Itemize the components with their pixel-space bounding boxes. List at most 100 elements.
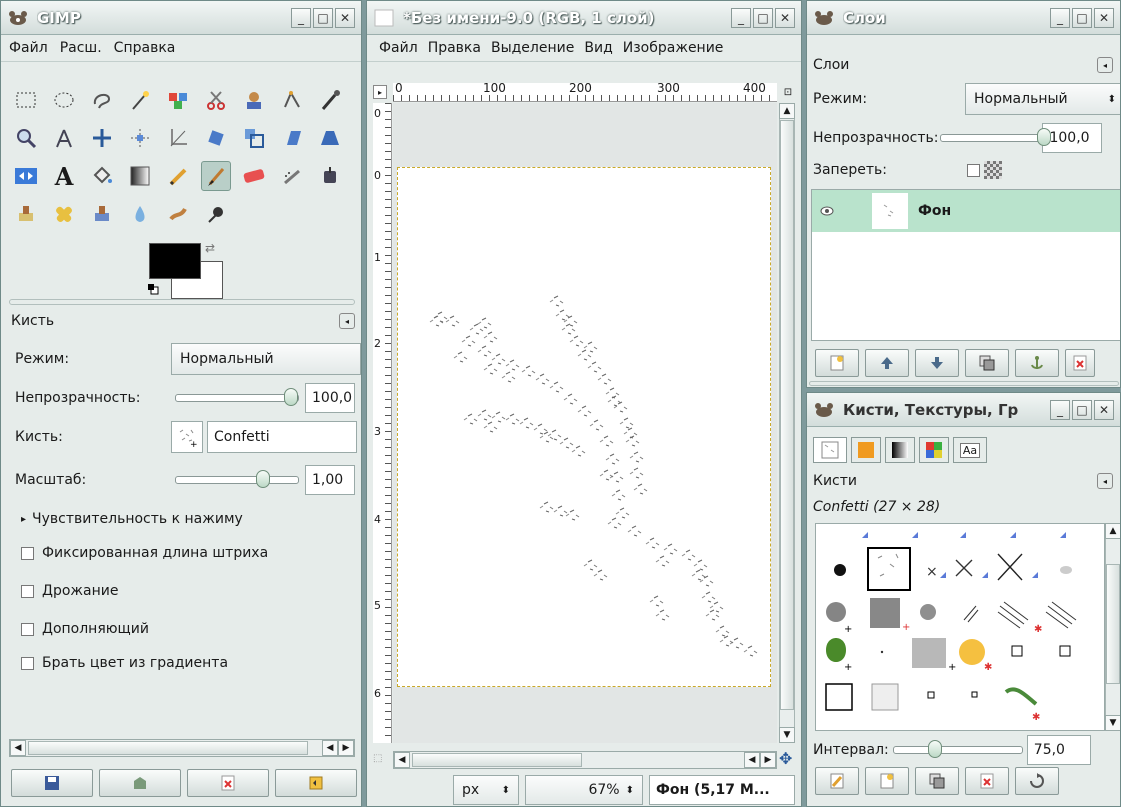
lock-pixels-check[interactable] bbox=[967, 163, 980, 177]
save-options-button[interactable] bbox=[11, 769, 93, 797]
layers-opacity-slider[interactable] bbox=[940, 128, 1052, 146]
hscroll-thumb[interactable] bbox=[412, 753, 582, 767]
toolbox-titlebar[interactable]: GIMP _ □ ✕ bbox=[1, 1, 361, 35]
incremental-checkbox[interactable]: Дополняющий bbox=[21, 621, 149, 637]
fuzzy-select-icon[interactable] bbox=[125, 85, 155, 115]
tab-fonts[interactable]: Aa bbox=[953, 437, 987, 463]
fixed-length-checkbox[interactable]: Фиксированная длина штриха bbox=[21, 545, 268, 561]
perspective-icon[interactable] bbox=[315, 123, 345, 153]
menu-help[interactable]: Справка bbox=[114, 40, 176, 56]
canvas-area[interactable] bbox=[393, 103, 777, 743]
refresh-brushes-button[interactable] bbox=[1015, 767, 1059, 795]
paintbrush-icon[interactable] bbox=[201, 161, 231, 191]
ruler-top[interactable]: 0 100 200 300 400 bbox=[393, 83, 777, 102]
align-icon[interactable] bbox=[125, 123, 155, 153]
minimize-button[interactable]: _ bbox=[1050, 399, 1070, 420]
scroll-left-button[interactable]: ◀ bbox=[10, 740, 26, 756]
delete-brush-button[interactable] bbox=[965, 767, 1009, 795]
menu-file[interactable]: Файл bbox=[379, 40, 418, 56]
fixed-length-check[interactable] bbox=[21, 546, 34, 560]
crop-icon[interactable] bbox=[163, 123, 193, 153]
brush-grid-vscrollbar[interactable]: ▲ ▼ bbox=[1105, 523, 1120, 731]
new-brush-button[interactable] bbox=[865, 767, 909, 795]
quick-mask-icon[interactable]: ⬚ bbox=[373, 753, 389, 769]
menu-select[interactable]: Выделение bbox=[491, 40, 574, 56]
free-select-icon[interactable] bbox=[87, 85, 117, 115]
canvas-hscrollbar[interactable]: ◀ ◀ ▶ bbox=[393, 751, 777, 769]
zoom-to-fit-icon[interactable]: ⊡ bbox=[781, 85, 795, 99]
scroll-right-button[interactable]: ▶ bbox=[338, 740, 354, 756]
gradient-color-check[interactable] bbox=[21, 656, 34, 670]
blur-icon[interactable] bbox=[125, 199, 155, 229]
divider[interactable] bbox=[809, 381, 1119, 386]
opacity-slider-knob[interactable] bbox=[284, 388, 298, 406]
duplicate-brush-button[interactable] bbox=[915, 767, 959, 795]
scroll-down-button[interactable]: ▼ bbox=[779, 727, 795, 743]
zoom-icon[interactable] bbox=[11, 123, 41, 153]
divider[interactable] bbox=[9, 299, 355, 305]
close-button[interactable]: ✕ bbox=[775, 7, 795, 28]
lock-alpha-icon[interactable] bbox=[984, 161, 1002, 179]
brush-preview-button[interactable]: + bbox=[171, 421, 203, 453]
ellipse-select-icon[interactable] bbox=[49, 85, 79, 115]
measure-icon[interactable] bbox=[49, 123, 79, 153]
vscroll-thumb[interactable] bbox=[1106, 564, 1120, 684]
raise-layer-button[interactable] bbox=[865, 349, 909, 377]
tab-gradients[interactable] bbox=[885, 437, 915, 463]
scroll-left-button-2[interactable]: ◀ bbox=[744, 752, 760, 768]
maximize-button[interactable]: □ bbox=[753, 7, 773, 28]
navigate-icon[interactable]: ✥ bbox=[779, 749, 792, 768]
layers-opacity-knob[interactable] bbox=[1037, 128, 1052, 146]
gradient-color-checkbox[interactable]: Брать цвет из градиента bbox=[21, 655, 228, 671]
delete-options-button[interactable] bbox=[187, 769, 269, 797]
brush-grid[interactable]: × + ✱ ✱ ✱ + + + bbox=[815, 523, 1105, 731]
heal-icon[interactable] bbox=[49, 199, 79, 229]
layer-list[interactable]: Фон bbox=[811, 189, 1120, 341]
scale-slider[interactable] bbox=[175, 470, 299, 488]
unit-combo[interactable]: px ⬍ bbox=[453, 775, 519, 805]
scroll-left-button[interactable]: ◀ bbox=[394, 752, 410, 768]
move-icon[interactable] bbox=[87, 123, 117, 153]
layers-titlebar[interactable]: Слои _ □ ✕ bbox=[807, 1, 1120, 35]
bucket-fill-icon[interactable] bbox=[87, 161, 117, 191]
maximize-button[interactable]: □ bbox=[1072, 7, 1092, 28]
duplicate-layer-button[interactable] bbox=[965, 349, 1009, 377]
jitter-check[interactable] bbox=[21, 584, 34, 598]
visibility-eye-icon[interactable] bbox=[812, 206, 842, 216]
paths-icon[interactable] bbox=[277, 85, 307, 115]
scroll-thumb[interactable] bbox=[28, 741, 308, 755]
menu-file[interactable]: Файл bbox=[9, 40, 48, 56]
opacity-slider[interactable] bbox=[175, 388, 299, 406]
color-select-icon[interactable] bbox=[163, 85, 193, 115]
ruler-left[interactable]: 0 0 1 2 3 4 5 6 bbox=[373, 103, 392, 743]
default-colors-icon[interactable] bbox=[147, 283, 159, 295]
blend-icon[interactable] bbox=[125, 161, 155, 191]
clone-icon[interactable] bbox=[11, 199, 41, 229]
menu-ext[interactable]: Расш. bbox=[60, 40, 102, 56]
maximize-button[interactable]: □ bbox=[313, 7, 333, 28]
pencil-icon[interactable] bbox=[163, 161, 193, 191]
delete-layer-button[interactable] bbox=[1065, 349, 1095, 377]
airbrush-icon[interactable] bbox=[277, 161, 307, 191]
scroll-right-button[interactable]: ▶ bbox=[760, 752, 776, 768]
opacity-field[interactable]: 100,0 bbox=[305, 383, 355, 413]
restore-options-button[interactable] bbox=[99, 769, 181, 797]
smudge-icon[interactable] bbox=[163, 199, 193, 229]
rect-select-icon[interactable] bbox=[11, 85, 41, 115]
eraser-icon[interactable] bbox=[239, 161, 269, 191]
layer-row[interactable]: Фон bbox=[812, 190, 1120, 232]
canvas-vscrollbar[interactable]: ▲ ▼ bbox=[779, 103, 795, 743]
anchor-layer-button[interactable] bbox=[1015, 349, 1059, 377]
scale-icon[interactable] bbox=[239, 123, 269, 153]
minimize-button[interactable]: _ bbox=[291, 7, 311, 28]
menu-arrow-button[interactable]: ▸ bbox=[373, 85, 387, 99]
tab-patterns[interactable] bbox=[851, 437, 881, 463]
jitter-checkbox[interactable]: Дрожание bbox=[21, 583, 118, 599]
ink-icon[interactable] bbox=[315, 161, 345, 191]
scroll-down-button[interactable]: ▼ bbox=[1105, 715, 1120, 731]
layers-opacity-field[interactable]: 100,0 bbox=[1042, 123, 1103, 153]
foreground-color-swatch[interactable] bbox=[149, 243, 201, 279]
layers-mode-combo[interactable]: Нормальный ⬍ bbox=[965, 83, 1120, 115]
panel-menu-icon[interactable]: ◂ bbox=[1097, 57, 1113, 73]
flip-icon[interactable] bbox=[11, 161, 41, 191]
